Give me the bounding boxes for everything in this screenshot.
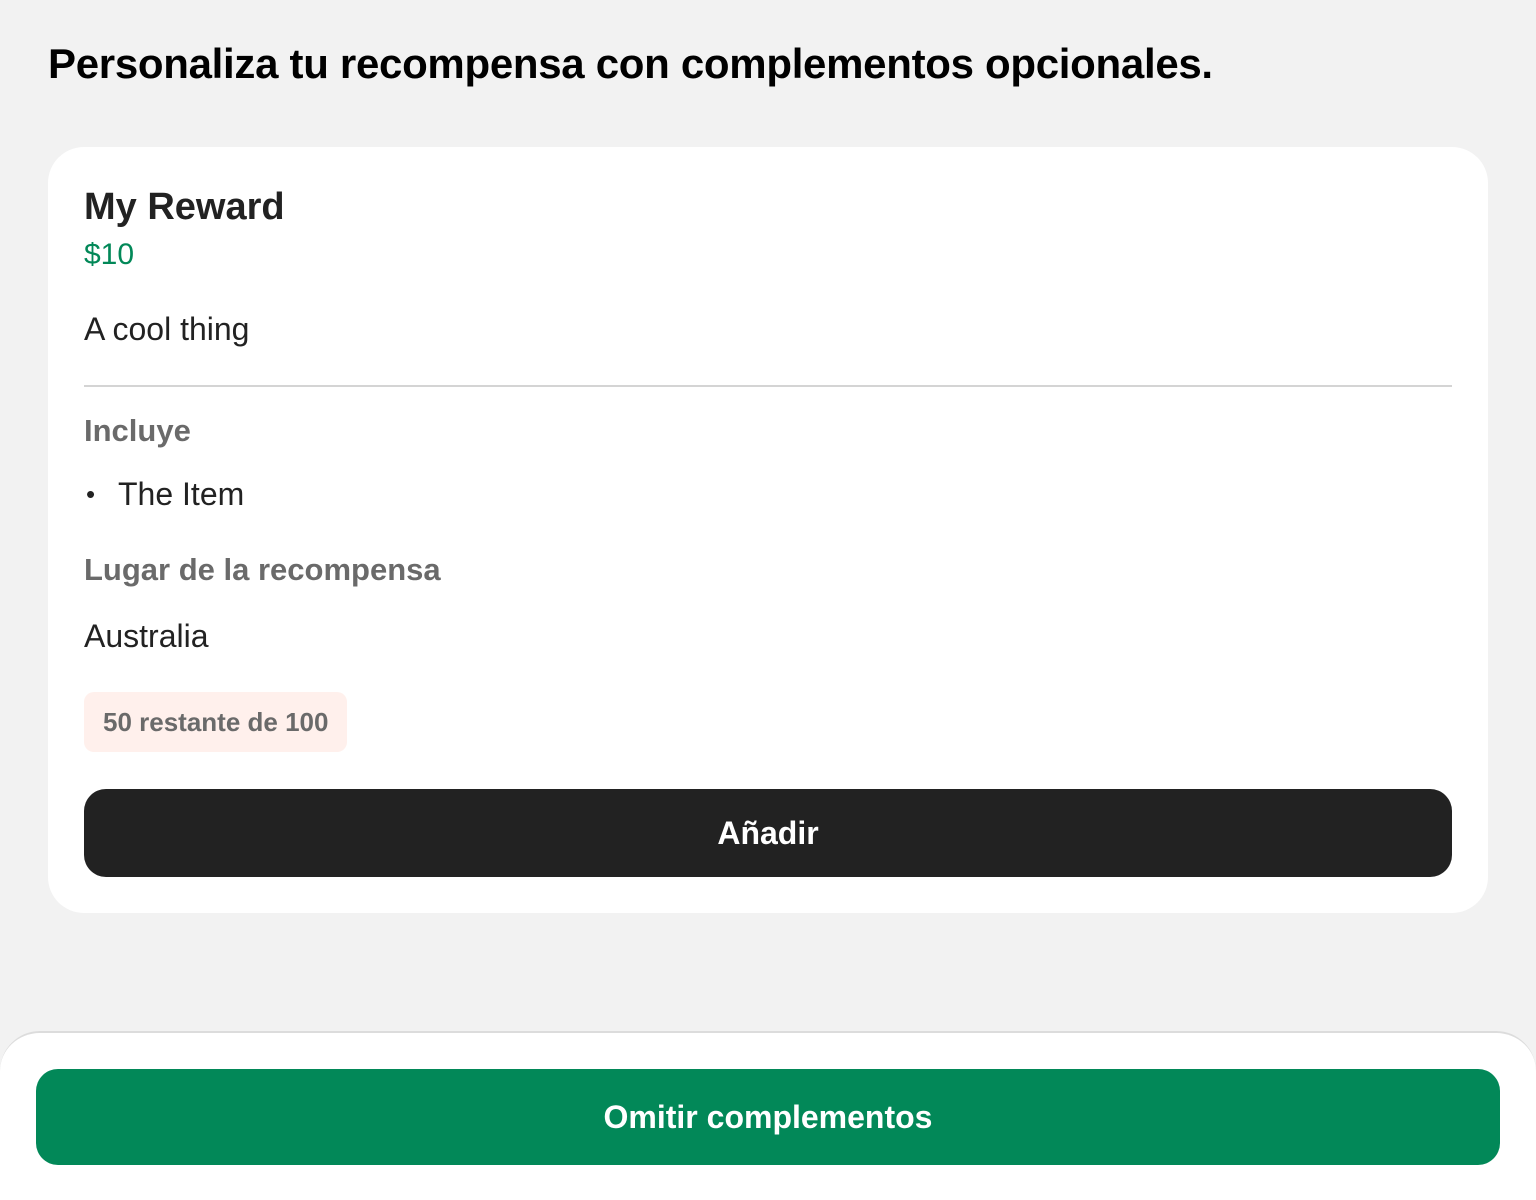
- include-item-label: The Item: [118, 476, 245, 512]
- remaining-quantity-badge: 50 restante de 100: [84, 692, 348, 752]
- skip-add-ons-button[interactable]: Omitir complementos: [36, 1069, 1500, 1165]
- add-ons-page: Personaliza tu recompensa con complement…: [0, 0, 1536, 1200]
- reward-title: My Reward: [84, 186, 285, 228]
- add-button[interactable]: Añadir: [84, 789, 1452, 877]
- reward-location-value: Australia: [84, 618, 209, 654]
- reward-card: My Reward $10 A cool thing Incluye • The…: [48, 147, 1488, 913]
- bullet-icon: •: [86, 479, 96, 509]
- page-heading: Personaliza tu recompensa con complement…: [48, 40, 1213, 87]
- reward-location-label: Lugar de la recompensa: [84, 552, 441, 587]
- reward-description: A cool thing: [84, 311, 250, 347]
- includes-list: • The Item: [84, 473, 244, 515]
- includes-label: Incluye: [84, 413, 191, 448]
- reward-price: $10: [84, 238, 135, 271]
- bottom-action-bar: Omitir complementos: [0, 1031, 1536, 1200]
- card-divider: [84, 385, 1452, 387]
- list-item: • The Item: [84, 473, 244, 515]
